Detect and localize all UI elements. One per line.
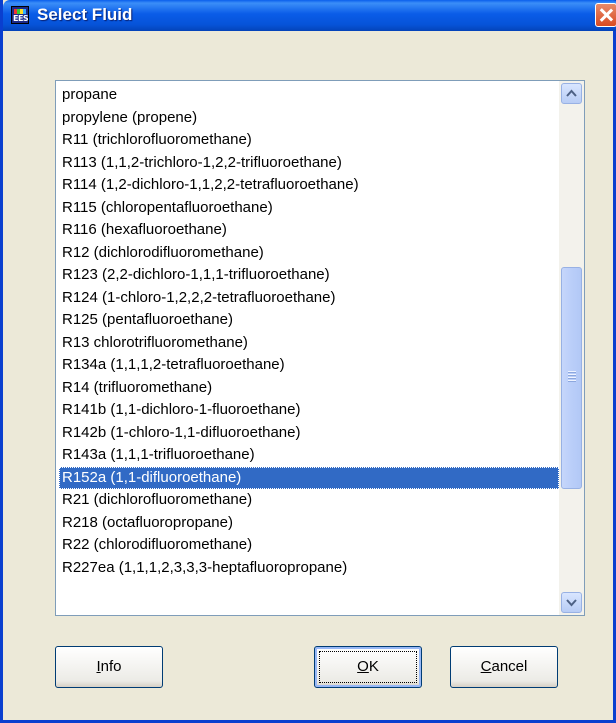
scrollbar-thumb[interactable] (561, 267, 582, 489)
ok-button[interactable]: OK (314, 646, 422, 688)
list-item[interactable]: R124 (1-chloro-1,2,2,2-tetrafluoroethane… (59, 287, 559, 310)
fluid-list[interactable]: propane propylene (propene) R11 (trichloro… (59, 84, 559, 579)
list-item[interactable]: R141b (1,1-dichloro-1-fluoroethane) (59, 399, 559, 422)
info-button[interactable]: Info (55, 646, 163, 688)
list-item[interactable]: propane (59, 84, 559, 107)
list-item[interactable]: R123 (2,2-dichloro-1,1,1-trifluoroethane… (59, 264, 559, 287)
fluid-listbox[interactable]: propane propylene (propene) R11 (trichloro… (55, 80, 585, 616)
vertical-scrollbar[interactable] (559, 81, 584, 615)
list-item[interactable]: R22 (chlorodifluoromethane) (59, 534, 559, 557)
title-bar[interactable]: EES Select Fluid (3, 0, 616, 31)
app-icon-label: EES (13, 14, 29, 23)
ees-app-icon[interactable]: EES (11, 6, 29, 24)
window-title: Select Fluid (37, 5, 133, 24)
list-item[interactable]: R152a (1,1-difluoroethane) (59, 466, 559, 489)
close-icon[interactable] (595, 3, 616, 27)
list-item[interactable]: R12 (dichlorodifluoromethane) (59, 242, 559, 265)
scroll-up-arrow-icon[interactable] (561, 83, 582, 104)
list-item[interactable]: R143a (1,1,1-trifluoroethane) (59, 444, 559, 467)
list-item[interactable]: R142b (1-chloro-1,1-difluoroethane) (59, 422, 559, 445)
list-item[interactable]: R134a (1,1,1,2-tetrafluoroethane) (59, 354, 559, 377)
list-item[interactable]: R21 (dichlorofluoromethane) (59, 489, 559, 512)
list-item[interactable]: R114 (1,2-dichloro-1,1,2,2-tetrafluoroet… (59, 174, 559, 197)
list-item[interactable]: R13 chlorotrifluoromethane) (59, 332, 559, 355)
list-item[interactable]: R11 (trichlorofluoromethane) (59, 129, 559, 152)
list-item[interactable]: R115 (chloropentafluoroethane) (59, 197, 559, 220)
list-item[interactable]: R113 (1,1,2-trichloro-1,2,2-trifluoroeth… (59, 152, 559, 175)
list-item[interactable]: propylene (propene) (59, 107, 559, 130)
list-item[interactable]: R14 (trifluoromethane) (59, 377, 559, 400)
list-item[interactable]: R218 (octafluoropropane) (59, 512, 559, 535)
list-item[interactable]: R227ea (1,1,1,2,3,3,3-heptafluoropropane… (59, 557, 559, 580)
scroll-down-arrow-icon[interactable] (561, 592, 582, 613)
list-item[interactable]: R125 (pentafluoroethane) (59, 309, 559, 332)
cancel-button[interactable]: Cancel (450, 646, 558, 688)
list-item[interactable]: R116 (hexafluoroethane) (59, 219, 559, 242)
select-fluid-dialog: EES Select Fluid propane propylene (prope… (0, 0, 616, 723)
